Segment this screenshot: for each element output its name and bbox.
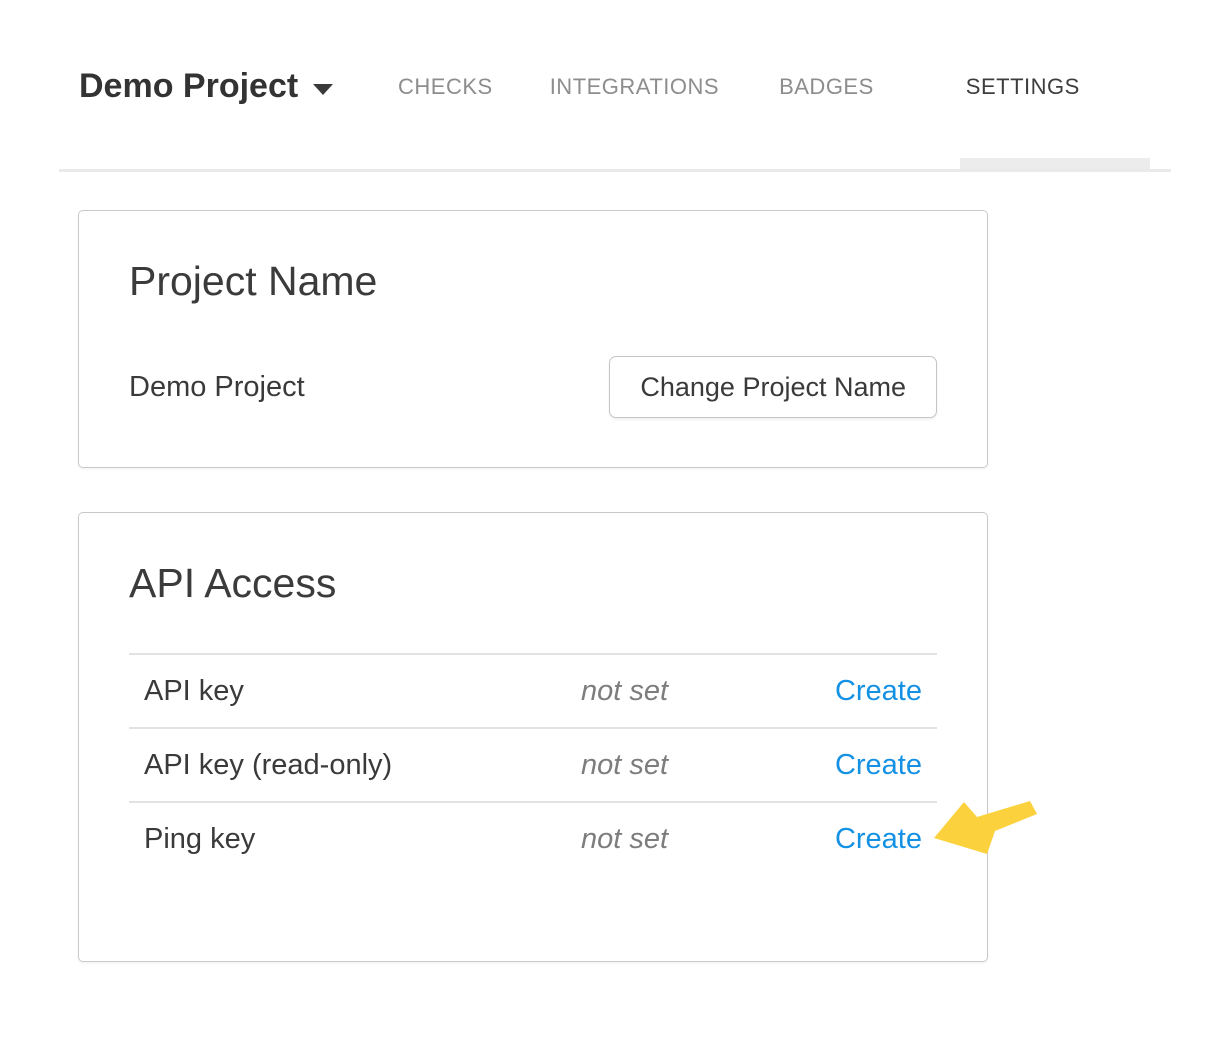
api-key-label: API key <box>144 675 581 708</box>
change-project-name-button[interactable]: Change Project Name <box>609 356 937 418</box>
nav-tabs: CHECKS INTEGRATIONS BADGES SETTINGS <box>398 76 1080 98</box>
tab-checks[interactable]: CHECKS <box>398 76 493 98</box>
project-name-value: Demo Project <box>129 371 305 404</box>
table-row-ping-key: Ping key not set Create <box>129 801 937 875</box>
project-name-row: Demo Project Change Project Name <box>129 356 937 418</box>
create-api-key-link[interactable]: Create <box>835 675 922 707</box>
api-access-card: API Access API key not set Create API ke… <box>78 512 988 962</box>
project-switcher-dropdown[interactable]: Demo Project <box>79 66 333 107</box>
api-access-card-title: API Access <box>129 561 937 606</box>
ping-key-value: not set <box>581 823 835 856</box>
api-key-readonly-value: not set <box>581 749 835 782</box>
api-key-readonly-label: API key (read-only) <box>144 749 581 782</box>
project-switcher-label: Demo Project <box>79 66 298 107</box>
project-name-card: Project Name Demo Project Change Project… <box>78 210 988 468</box>
api-keys-table: API key not set Create API key (read-onl… <box>129 653 937 875</box>
tab-badges[interactable]: BADGES <box>779 76 874 98</box>
create-api-key-readonly-link[interactable]: Create <box>835 749 922 781</box>
nav-divider <box>59 169 1171 172</box>
tab-integrations[interactable]: INTEGRATIONS <box>550 76 719 98</box>
project-name-card-title: Project Name <box>129 259 937 304</box>
api-key-value: not set <box>581 675 835 708</box>
table-row-api-key-readonly: API key (read-only) not set Create <box>129 727 937 801</box>
table-row-api-key: API key not set Create <box>129 653 937 727</box>
chevron-down-icon <box>313 84 333 95</box>
tab-settings[interactable]: SETTINGS <box>966 76 1080 98</box>
ping-key-create-link[interactable]: Create <box>835 823 922 855</box>
active-tab-indicator <box>960 158 1150 169</box>
project-settings-page: Demo Project CHECKS INTEGRATIONS BADGES … <box>0 0 1220 1059</box>
ping-key-label: Ping key <box>144 823 581 856</box>
